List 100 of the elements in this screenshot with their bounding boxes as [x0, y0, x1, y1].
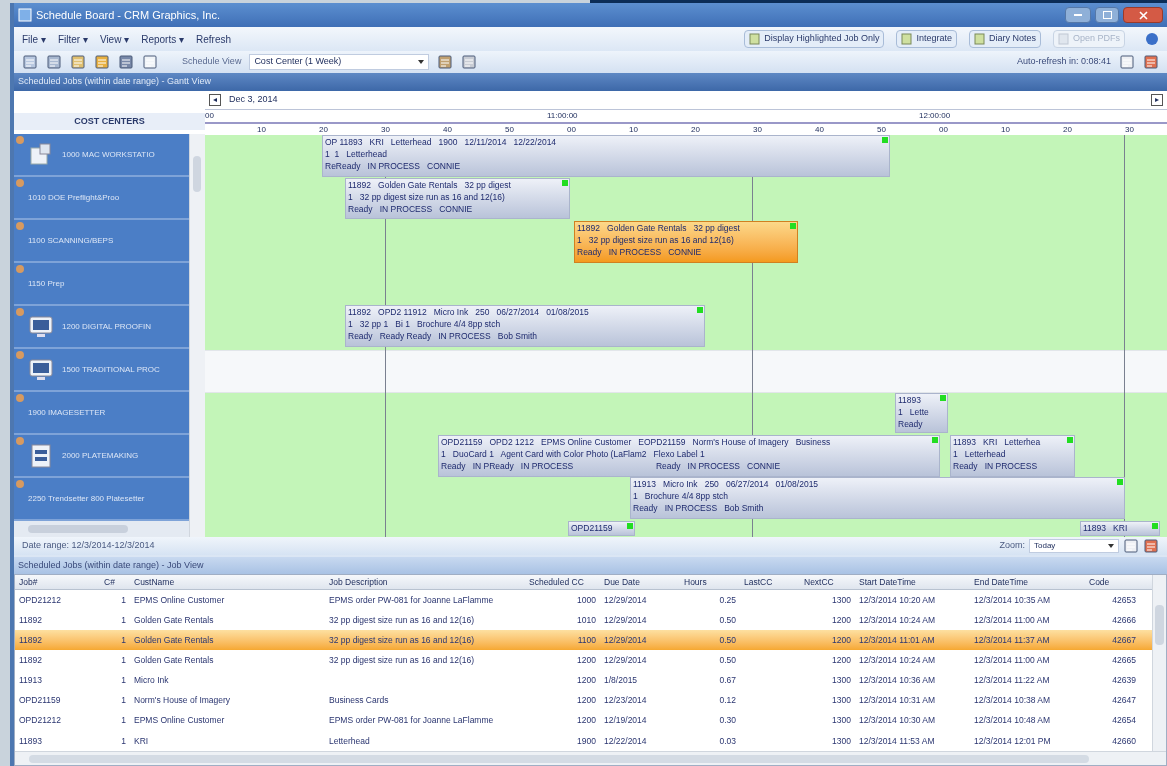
minimize-button[interactable] [1065, 7, 1091, 23]
cost-center-row[interactable]: 1010 DOE Preflight&Proo [14, 177, 189, 220]
column-header[interactable]: Due Date [600, 575, 680, 589]
cost-center-row[interactable]: 1000 MAC WORKSTATIO [14, 134, 189, 177]
menu-item[interactable]: File ▾ [22, 31, 46, 47]
horizontal-scrollbar[interactable] [15, 751, 1166, 765]
table-cell-text: 1/8/2015 [603, 674, 639, 687]
table-cell-text: 12/3/2014 10:30 AM [858, 714, 937, 728]
cost-center-name: 1000 MAC WORKSTATIO [62, 148, 155, 161]
column-header[interactable]: Job Description [325, 575, 525, 589]
table-cell-text: 1100 [576, 633, 597, 647]
timescale-label: 00 [567, 124, 576, 136]
column-header[interactable]: C# [100, 575, 130, 589]
menu-item[interactable]: Reports ▾ [141, 31, 184, 47]
zoom-dropdown[interactable]: Today [1029, 539, 1119, 553]
job-bar[interactable]: 11893 1 Lette Ready [895, 393, 948, 433]
table-cell-text: 0.25 [718, 593, 737, 607]
job-bar-text: 1 DuoCard 1 Agent Card with Color Photo (LaFlam2 Flexo Label 1 [441, 448, 705, 460]
job-bar-text: 11893 KRI Letterhea [953, 436, 1041, 448]
vertical-scrollbar[interactable] [189, 134, 205, 537]
cost-center-row[interactable]: 1500 TRADITIONAL PROC [14, 349, 189, 392]
cost-center-row[interactable]: 1900 IMAGESETTER [14, 392, 189, 435]
table-cell-text: 12/3/2014 10:31 AM [858, 694, 937, 708]
column-header[interactable]: CustName [130, 575, 325, 589]
schedule-view-dropdown[interactable]: Cost Center (1 Week) [249, 54, 430, 70]
column-header[interactable]: Hours [680, 575, 740, 589]
column-header[interactable]: Scheduled CC [525, 575, 600, 589]
vertical-scrollbar[interactable] [1152, 575, 1166, 751]
dropdown-caret-icon [1108, 544, 1114, 548]
job-bar[interactable]: 11892 Golden Gate Rentals 32 pp digest 1 32 pp digest size run as 16 and 12(16) Ready IN PROCESS CONNIE [345, 178, 570, 219]
column-header[interactable]: Job# [15, 575, 100, 589]
table-cell-text: 11892 [18, 613, 43, 627]
help-icon[interactable] [1145, 32, 1159, 46]
job-bar[interactable]: OP 11893 KRI Letterhead 1900 12/11/2014 12/22/2014 1 1 Letterhead ReReady IN PROCESS CONNIE [322, 135, 890, 177]
table-cell-text: 0.50 [718, 633, 737, 647]
cost-center-row[interactable]: 1150 Prep [14, 263, 189, 306]
next-button[interactable]: ▸ [1151, 94, 1163, 106]
cost-center-name: 1100 SCANNING/BEPS [28, 234, 114, 247]
previous-button[interactable]: ◂ [209, 94, 221, 106]
job-bar[interactable]: 11892 OPD2 11912 Micro Ink 250 06/27/2014 01/08/2015 1 32 pp 1 Bi 1 Brochure 4/4 8pp stch Ready Ready Ready IN PROCESS Bob Smith [345, 305, 705, 347]
cost-center-row[interactable]: 2250 Trendsetter 800 Platesetter [14, 478, 189, 521]
job-bar-text: 1 Brochure 4/4 8pp stch [633, 490, 728, 502]
table-cell-text: 11913 [18, 674, 43, 687]
table-cell-text: 1200 [576, 654, 597, 667]
timescale-label: 30 [381, 124, 390, 136]
workstation-icon [28, 141, 54, 168]
column-header[interactable]: Start DateTime [855, 575, 970, 589]
table-cell-text: 12/23/2014 [603, 694, 648, 708]
table-cell-text: 0.12 [718, 694, 737, 708]
cost-center-row[interactable]: 2000 PLATEMAKING [14, 435, 189, 478]
job-bar-text: OPD21159 [571, 522, 613, 534]
date-range-text: Date range: 12/3/2014-12/3/2014 [22, 539, 155, 553]
job-bar[interactable]: 11913 Micro Ink 250 06/27/2014 01/08/2015 1 Brochure 4/4 8pp stch Ready IN PROCESS Bob Smith [630, 477, 1125, 519]
toolbar-button[interactable]: Integrate [896, 30, 957, 48]
table-row[interactable]: 11892 1 Golden Gate Rentals 32 pp digest size run as 16 and 12(16) 1100 12/29/2014 0.50 1200 12/3/2014 11:01 AM 12/3/2014 11:37 AM 42667 [15, 630, 1152, 651]
app-icon [18, 8, 32, 22]
job-bar[interactable]: 11893 KRI Letterhea 1 Letterhead Ready IN PROCESS [950, 435, 1075, 477]
table-cell-text: 1200 [831, 654, 852, 667]
grid-icon[interactable] [22, 54, 38, 70]
maximize-button[interactable] [1095, 7, 1119, 23]
menu-item[interactable]: Refresh [196, 31, 231, 47]
column-header[interactable]: End DateTime [970, 575, 1085, 589]
timescale-label: 11:00:00 [547, 110, 578, 122]
close-button[interactable] [1123, 7, 1163, 23]
table-cell-text: 1 [120, 633, 127, 647]
table-cell-text: 42647 [1111, 694, 1137, 708]
menu-item[interactable]: Filter ▾ [57, 31, 88, 47]
table-cell-text: 1200 [576, 674, 597, 687]
job-bar-text: ReReady IN PROCESS CONNIE [325, 160, 461, 172]
table-cell-text: 1200 [831, 613, 852, 627]
column-header[interactable]: Code [1085, 575, 1140, 589]
job-bar-text: 11892 Golden Gate Rentals 32 pp digest [348, 179, 511, 191]
column-header[interactable]: NextCC [800, 575, 855, 589]
table-cell-text: 42654 [1111, 714, 1137, 728]
table-cell-text: 12/29/2014 [603, 633, 648, 647]
column-header[interactable]: LastCC [740, 575, 800, 589]
table-icon[interactable] [46, 54, 62, 70]
document-icon [1057, 33, 1069, 45]
table-cell-text: 12/22/2014 [603, 734, 648, 748]
toolbar-button[interactable]: Display Highlighted Job Only [744, 30, 885, 48]
toolbar-button[interactable]: Diary Notes [968, 30, 1041, 48]
job-bar[interactable]: OPD21159 [568, 521, 635, 536]
job-bar[interactable]: 11893 KRI [1080, 521, 1160, 536]
table-cell-text: 12/3/2014 11:00 AM [973, 654, 1051, 667]
cost-center-name: 2250 Trendsetter 800 Platesetter [28, 492, 145, 505]
horizontal-scrollbar[interactable] [28, 525, 128, 533]
table-cell-text: Micro Ink [133, 674, 170, 687]
printer-icon [28, 442, 54, 469]
table-cell-text: 42667 [1111, 633, 1137, 647]
cost-center-row[interactable]: 1100 SCANNING/BEPS [14, 220, 189, 263]
table-cell-text: 42666 [1111, 613, 1137, 627]
status-dot-icon [16, 480, 24, 488]
table-cell-text: 0.03 [718, 734, 737, 748]
job-bar-text: 1 Lette [898, 406, 929, 418]
table-cell-text: Golden Gate Rentals [133, 654, 215, 667]
timescale-label: 30 [753, 124, 762, 136]
menu-item[interactable]: View ▾ [99, 31, 130, 47]
job-bar[interactable]: OPD21159 OPD2 1212 EPMS Online Customer EOPD21159 Norm's House of Imagery Business 1 DuoCard 1 Agent Card with Color Photo (LaFlam2 Flexo Label 1 Ready IN PReady IN PROCESS Ready IN PROCESS CONNIE [438, 435, 940, 477]
job-bar[interactable]: 11892 Golden Gate Rentals 32 pp digest 1 32 pp digest size run as 16 and 12(16) Ready IN PROCESS CONNIE [574, 221, 798, 263]
table-cell-text: 1 [120, 714, 127, 728]
